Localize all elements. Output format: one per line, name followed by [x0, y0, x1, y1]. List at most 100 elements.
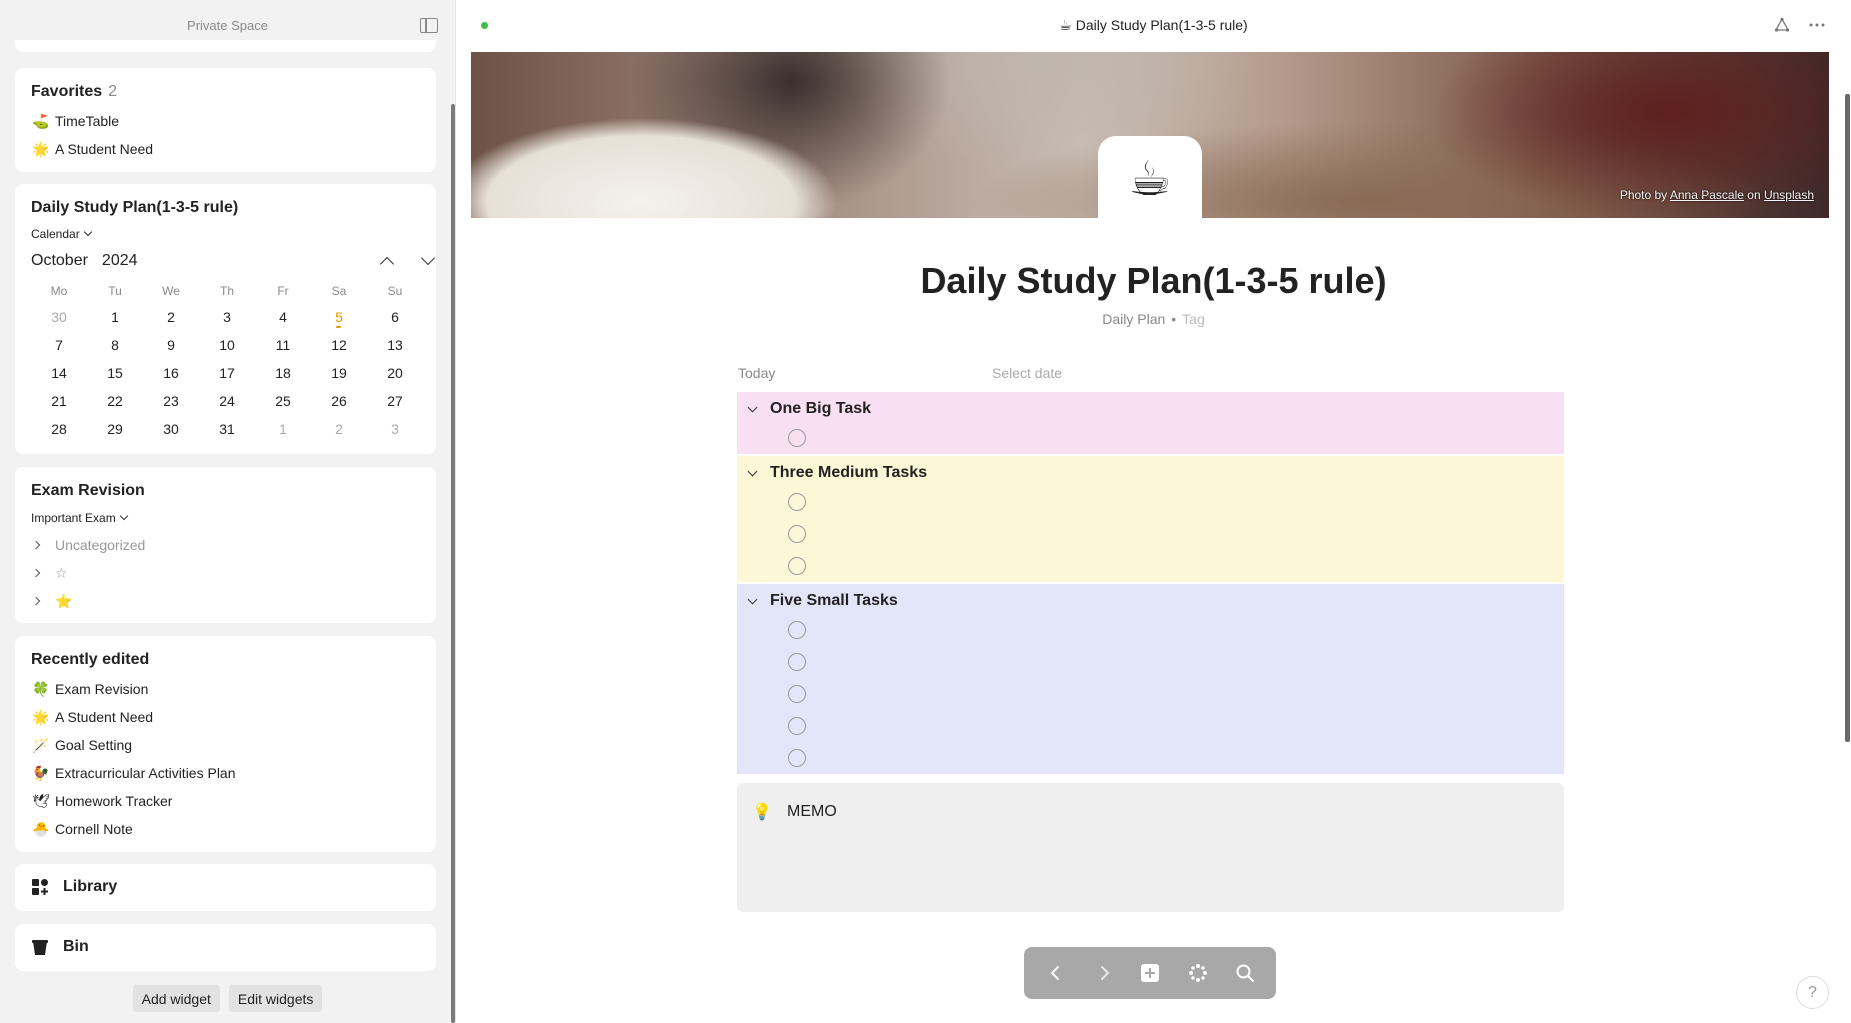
- task-checkbox[interactable]: [788, 749, 806, 767]
- calendar-weekday: Su: [387, 284, 403, 298]
- help-button[interactable]: ?: [1796, 976, 1829, 1009]
- task-checkbox[interactable]: [788, 621, 806, 639]
- add-page-icon[interactable]: [1138, 961, 1162, 985]
- library-widget[interactable]: Library: [15, 864, 436, 911]
- calendar-weekday: Th: [219, 284, 234, 298]
- calendar-day[interactable]: 1: [87, 306, 143, 334]
- favorite-item-timetable[interactable]: ⛳ TimeTable: [31, 110, 119, 132]
- more-icon[interactable]: [1808, 18, 1826, 32]
- calendar-day[interactable]: 29: [87, 418, 143, 446]
- calendar-day[interactable]: 2: [143, 306, 199, 334]
- chevron-up-icon[interactable]: [379, 256, 395, 272]
- credit-site-link[interactable]: Unsplash: [1764, 188, 1814, 202]
- calendar-day[interactable]: 19: [311, 362, 367, 390]
- calendar-day[interactable]: 13: [367, 334, 423, 362]
- graph-icon[interactable]: [1774, 17, 1790, 33]
- section-header[interactable]: One Big Task: [747, 400, 871, 418]
- recent-item-goal-setting[interactable]: 🪄 Goal Setting: [31, 734, 132, 756]
- calendar-day[interactable]: 28: [31, 418, 87, 446]
- calendar-day[interactable]: 23: [143, 390, 199, 418]
- tag-placeholder[interactable]: Tag: [1182, 311, 1205, 327]
- favorites-count: 2: [108, 83, 118, 100]
- recent-item-extracurricular[interactable]: 🐓 Extracurricular Activities Plan: [31, 762, 235, 784]
- search-icon[interactable]: [1233, 961, 1257, 985]
- main-scrollbar[interactable]: [1845, 94, 1850, 742]
- calendar-day[interactable]: 14: [31, 362, 87, 390]
- dove-icon: 🕊: [32, 792, 50, 809]
- widgets-icon[interactable]: [1186, 961, 1210, 985]
- exam-widget-title[interactable]: Exam Revision: [31, 482, 145, 500]
- chevron-down-icon: [119, 511, 128, 521]
- calendar-day-today[interactable]: 5: [311, 306, 367, 334]
- edit-widgets-button[interactable]: Edit widgets: [228, 985, 323, 1012]
- calendar-day[interactable]: 1: [255, 418, 311, 446]
- calendar-day[interactable]: 7: [31, 334, 87, 362]
- exam-group-uncategorized[interactable]: Uncategorized: [31, 534, 145, 556]
- calendar-day[interactable]: 12: [311, 334, 367, 362]
- calendar-day[interactable]: 10: [199, 334, 255, 362]
- calendar-day[interactable]: 22: [87, 390, 143, 418]
- section-header[interactable]: Five Small Tasks: [747, 592, 898, 610]
- sidebar-toggle-icon[interactable]: [420, 18, 438, 33]
- calendar-day[interactable]: 4: [255, 306, 311, 334]
- memo-callout[interactable]: 💡 MEMO: [737, 783, 1564, 912]
- section-title: Five Small Tasks: [770, 592, 898, 609]
- chevron-down-icon[interactable]: [747, 466, 758, 476]
- date-select[interactable]: Select date: [992, 365, 1062, 381]
- calendar-day[interactable]: 26: [311, 390, 367, 418]
- add-widget-button[interactable]: Add widget: [132, 985, 220, 1012]
- calendar-day[interactable]: 15: [87, 362, 143, 390]
- recent-item-cornell-note[interactable]: 🐣 Cornell Note: [31, 818, 133, 840]
- space-name[interactable]: Private Space: [0, 18, 455, 33]
- page-title[interactable]: Daily Study Plan(1-3-5 rule): [456, 260, 1851, 302]
- calendar-day[interactable]: 18: [255, 362, 311, 390]
- bin-widget[interactable]: Bin: [15, 924, 436, 971]
- hatching-chick-icon: 🐣: [32, 820, 50, 837]
- favorite-item-a-student-need[interactable]: 🌟 A Student Need: [31, 138, 153, 160]
- chevron-down-icon[interactable]: [747, 402, 758, 412]
- calendar-view-dropdown[interactable]: Calendar: [31, 227, 92, 241]
- task-checkbox[interactable]: [788, 493, 806, 511]
- calendar-day[interactable]: 9: [143, 334, 199, 362]
- calendar-day[interactable]: 8: [87, 334, 143, 362]
- top-bar-title: ☕ Daily Study Plan(1-3-5 rule): [1059, 17, 1248, 33]
- page-icon-coffee[interactable]: ☕: [1098, 136, 1202, 222]
- task-checkbox[interactable]: [788, 685, 806, 703]
- calendar-day[interactable]: 20: [367, 362, 423, 390]
- calendar-day[interactable]: 6: [367, 306, 423, 334]
- calendar-day[interactable]: 25: [255, 390, 311, 418]
- exam-group-dropdown[interactable]: Important Exam: [31, 511, 128, 525]
- chevron-down-icon: [83, 227, 92, 237]
- flag-icon: ⛳: [32, 112, 50, 129]
- calendar-day[interactable]: 31: [199, 418, 255, 446]
- chevron-down-icon[interactable]: [420, 250, 436, 266]
- task-checkbox[interactable]: [788, 717, 806, 735]
- calendar-day[interactable]: 27: [367, 390, 423, 418]
- recent-item-homework-tracker[interactable]: 🕊 Homework Tracker: [31, 790, 172, 812]
- calendar-day[interactable]: 3: [367, 418, 423, 446]
- task-checkbox[interactable]: [788, 429, 806, 447]
- calendar-day[interactable]: 2: [311, 418, 367, 446]
- recent-item-exam-revision[interactable]: 🍀 Exam Revision: [31, 678, 148, 700]
- exam-group-star[interactable]: ⭐: [31, 590, 72, 612]
- back-arrow-icon[interactable]: [1044, 961, 1068, 985]
- exam-group-star-outline[interactable]: ☆: [31, 562, 68, 584]
- task-checkbox[interactable]: [788, 525, 806, 543]
- calendar-day[interactable]: 17: [199, 362, 255, 390]
- calendar-day[interactable]: 30: [143, 418, 199, 446]
- calendar-day[interactable]: 21: [31, 390, 87, 418]
- calendar-day[interactable]: 24: [199, 390, 255, 418]
- forward-arrow-icon[interactable]: [1092, 961, 1116, 985]
- calendar-day[interactable]: 16: [143, 362, 199, 390]
- credit-author-link[interactable]: Anna Pascale: [1670, 188, 1744, 202]
- calendar-widget-title[interactable]: Daily Study Plan(1-3-5 rule): [31, 199, 238, 217]
- calendar-day[interactable]: 30: [31, 306, 87, 334]
- page-type[interactable]: Daily Plan: [1102, 311, 1165, 327]
- calendar-day[interactable]: 11: [255, 334, 311, 362]
- recent-item-a-student-need[interactable]: 🌟 A Student Need: [31, 706, 153, 728]
- task-checkbox[interactable]: [788, 653, 806, 671]
- calendar-day[interactable]: 3: [199, 306, 255, 334]
- chevron-down-icon[interactable]: [747, 594, 758, 604]
- section-header[interactable]: Three Medium Tasks: [747, 464, 927, 482]
- task-checkbox[interactable]: [788, 557, 806, 575]
